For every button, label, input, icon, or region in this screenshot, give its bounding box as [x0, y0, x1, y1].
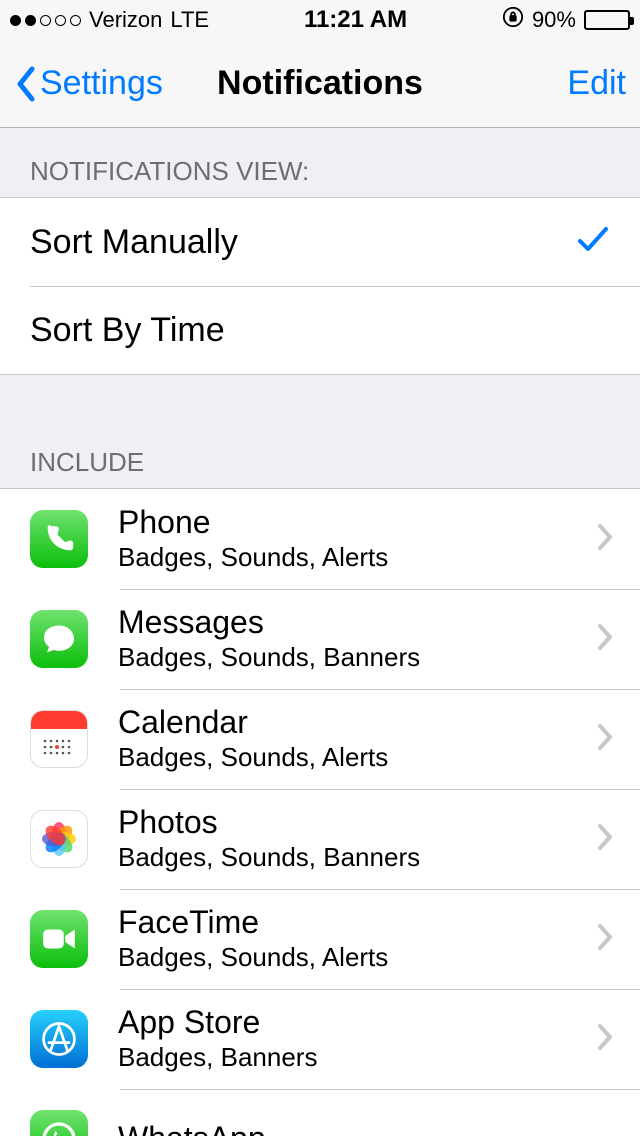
app-detail-label: Badges, Sounds, Alerts	[118, 542, 596, 573]
app-name-label: App Store	[118, 1005, 596, 1040]
app-name-label: Messages	[118, 605, 596, 640]
app-row-phone[interactable]: Phone Badges, Sounds, Alerts	[0, 489, 640, 589]
include-apps-group: Phone Badges, Sounds, Alerts Messages Ba…	[0, 488, 640, 1136]
network-label: LTE	[170, 7, 209, 33]
battery-icon	[584, 10, 630, 30]
chevron-left-icon	[14, 65, 38, 103]
signal-strength-icon	[10, 15, 81, 26]
app-name-label: Phone	[118, 505, 596, 540]
sort-options-group: Sort Manually Sort By Time	[0, 197, 640, 375]
facetime-icon	[30, 910, 88, 968]
sort-by-time-row[interactable]: Sort By Time	[0, 286, 640, 374]
photos-icon	[30, 810, 88, 868]
nav-bar: Settings Notifications Edit	[0, 40, 640, 128]
app-row-facetime[interactable]: FaceTime Badges, Sounds, Alerts	[0, 889, 640, 989]
whatsapp-icon	[30, 1110, 88, 1136]
back-button[interactable]: Settings	[14, 64, 163, 103]
app-detail-label: Badges, Sounds, Alerts	[118, 742, 596, 773]
app-row-appstore[interactable]: App Store Badges, Banners	[0, 989, 640, 1089]
status-left: Verizon LTE	[10, 7, 209, 33]
battery-percent-label: 90%	[532, 7, 576, 33]
edit-button[interactable]: Edit	[567, 64, 626, 103]
status-right: 90%	[502, 6, 630, 35]
page-title: Notifications	[217, 64, 423, 103]
sort-manually-row[interactable]: Sort Manually	[0, 198, 640, 286]
section-header-view: Notifications View:	[0, 128, 640, 197]
chevron-right-icon	[596, 622, 640, 657]
chevron-right-icon	[596, 822, 640, 857]
app-name-label: Photos	[118, 805, 596, 840]
phone-icon	[30, 510, 88, 568]
app-detail-label: Badges, Sounds, Banners	[118, 842, 596, 873]
app-row-whatsapp[interactable]: WhatsApp	[0, 1089, 640, 1136]
app-name-label: FaceTime	[118, 905, 596, 940]
app-name-label: Calendar	[118, 705, 596, 740]
chevron-right-icon	[596, 522, 640, 557]
section-header-include: Include	[0, 375, 640, 488]
chevron-right-icon	[596, 722, 640, 757]
app-row-calendar[interactable]: Calendar Badges, Sounds, Alerts	[0, 689, 640, 789]
chevron-right-icon	[596, 922, 640, 957]
calendar-icon	[30, 710, 88, 768]
app-detail-label: Badges, Banners	[118, 1042, 596, 1073]
chevron-right-icon	[596, 1022, 640, 1057]
checkmark-icon	[576, 223, 610, 262]
status-bar: Verizon LTE 11:21 AM 90%	[0, 0, 640, 40]
messages-icon	[30, 610, 88, 668]
app-row-photos[interactable]: Photos Badges, Sounds, Banners	[0, 789, 640, 889]
app-name-label: WhatsApp	[118, 1121, 640, 1136]
sort-option-label: Sort Manually	[30, 223, 238, 262]
clock-label: 11:21 AM	[304, 6, 407, 34]
back-label: Settings	[40, 64, 163, 103]
orientation-lock-icon	[502, 6, 524, 35]
sort-option-label: Sort By Time	[30, 311, 225, 350]
app-row-messages[interactable]: Messages Badges, Sounds, Banners	[0, 589, 640, 689]
app-detail-label: Badges, Sounds, Banners	[118, 642, 596, 673]
app-detail-label: Badges, Sounds, Alerts	[118, 942, 596, 973]
app-store-icon	[30, 1010, 88, 1068]
carrier-label: Verizon	[89, 7, 162, 33]
